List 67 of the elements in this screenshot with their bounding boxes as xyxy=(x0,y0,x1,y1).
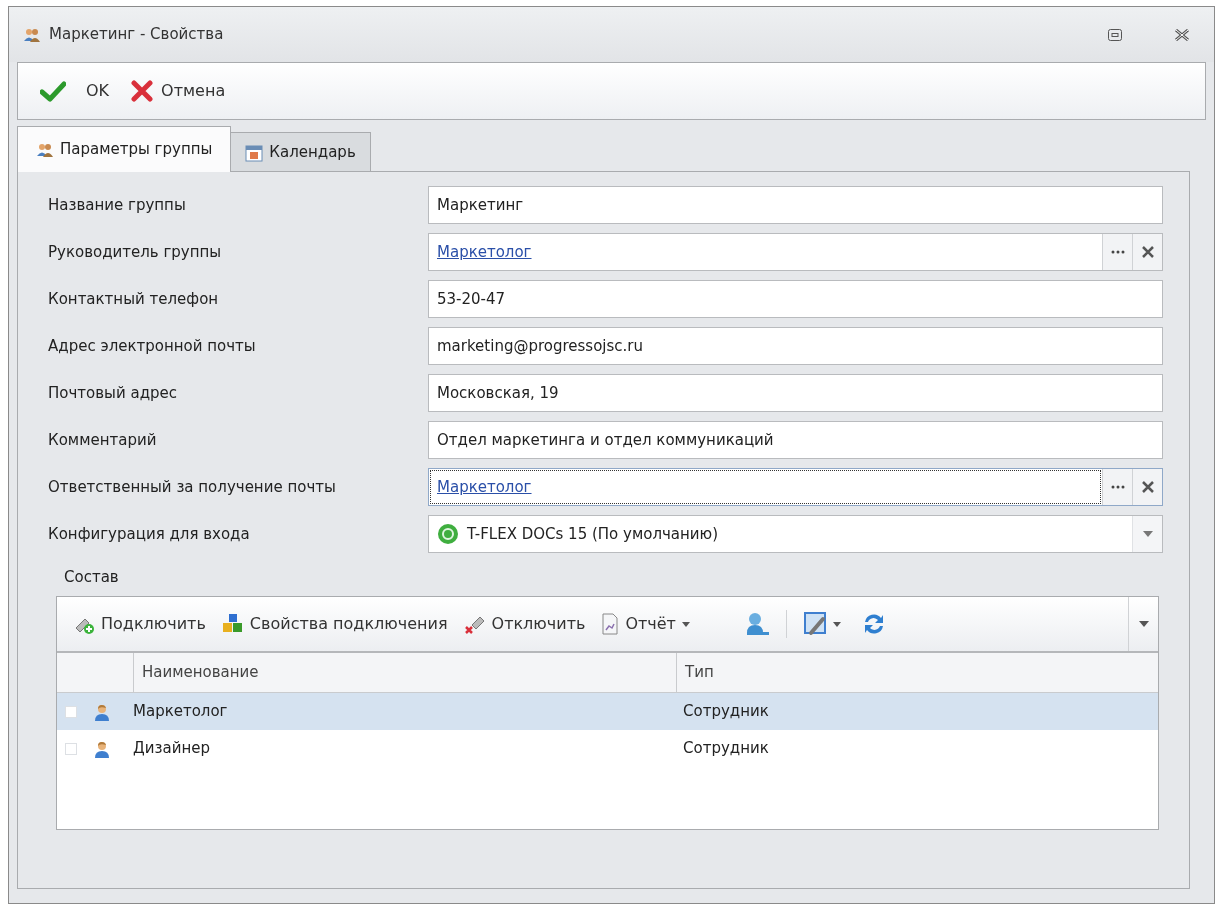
link[interactable]: Маркетолог xyxy=(437,240,532,264)
group-icon xyxy=(23,26,41,43)
document-icon xyxy=(601,613,620,635)
field-value: Отдел маркетинга и отдел коммуникаций xyxy=(437,429,774,451)
link[interactable]: Маркетолог xyxy=(437,475,532,499)
input-field[interactable]: Маркетолог xyxy=(428,468,1163,506)
table-cell-text: Сотрудник xyxy=(682,738,770,760)
caret-icon xyxy=(1138,621,1149,627)
dropdown-button[interactable] xyxy=(1132,516,1162,552)
field-value: 53-20-47 xyxy=(437,288,506,310)
clear-button[interactable] xyxy=(1132,469,1162,505)
cubes-icon xyxy=(221,613,244,635)
table-cell-text: Сотрудник xyxy=(682,701,770,723)
disconnect-button[interactable]: Отключить xyxy=(461,606,588,642)
group-icon xyxy=(36,141,54,158)
field-value: Маркетинг xyxy=(437,194,524,216)
table-cell-text: Маркетолог xyxy=(132,701,229,723)
restore-icon[interactable] xyxy=(1108,28,1122,41)
field-value: marketing@progressojsc.ru xyxy=(437,335,644,357)
config-icon xyxy=(437,523,459,545)
properties-button[interactable]: Свойства подключения xyxy=(219,606,450,642)
expand-toggle[interactable] xyxy=(65,742,77,755)
close-icon xyxy=(1141,481,1154,493)
field-label: Контактный телефон xyxy=(48,288,220,310)
input-field[interactable]: Маркетинг xyxy=(428,186,1163,224)
input-field[interactable]: Маркетолог xyxy=(428,233,1163,271)
field-label: Адрес электронной почты xyxy=(48,335,257,357)
expand-toggle[interactable] xyxy=(65,705,77,718)
field-label: Руководитель группы xyxy=(48,241,223,263)
input-field[interactable]: Московская, 19 xyxy=(428,374,1163,412)
caret-icon xyxy=(1142,531,1153,537)
close-icon xyxy=(1141,246,1154,258)
clear-button[interactable] xyxy=(1132,234,1162,270)
field-label: Название группы xyxy=(48,194,187,216)
table-cell-text: Дизайнер xyxy=(132,738,211,760)
field-label: Ответственный за получение почты xyxy=(48,476,337,498)
report-button[interactable]: Отчёт xyxy=(599,606,692,642)
input-field[interactable]: 53-20-47 xyxy=(428,280,1163,318)
field-value: Московская, 19 xyxy=(437,382,559,404)
ellipsis-icon xyxy=(1110,485,1125,489)
column-header[interactable]: Тип xyxy=(677,653,1158,692)
tab[interactable]: Календарь xyxy=(231,132,371,172)
section-label: Состав xyxy=(64,567,120,588)
tab[interactable]: Параметры группы xyxy=(17,126,232,172)
close-icon[interactable] xyxy=(1174,28,1190,41)
settings-icon xyxy=(802,611,829,637)
window-title: Маркетинг - Свойства xyxy=(49,24,224,46)
column-header[interactable]: Наименование xyxy=(134,653,677,692)
field-label: Почтовый адрес xyxy=(48,382,178,404)
close-icon xyxy=(131,80,154,102)
table-row[interactable]: Маркетолог Сотрудник xyxy=(57,693,1158,730)
field-label: Конфигурация для входа xyxy=(48,523,251,545)
field-label: Комментарий xyxy=(48,429,158,451)
input-field[interactable]: Отдел маркетинга и отдел коммуникаций xyxy=(428,421,1163,459)
connect-button[interactable]: Подключить xyxy=(71,606,208,642)
caret-icon xyxy=(681,621,690,627)
dropdown-field[interactable]: T-FLEX DOCs 15 (По умолчанию) xyxy=(428,515,1163,553)
person-icon xyxy=(93,739,111,758)
input-field[interactable]: marketing@progressojsc.ru xyxy=(428,327,1163,365)
person-icon xyxy=(93,702,111,721)
calendar-icon xyxy=(245,143,264,162)
cancel-button[interactable]: Отмена xyxy=(127,72,230,110)
caret-icon xyxy=(832,621,841,627)
ok-button[interactable]: OK xyxy=(36,72,114,110)
check-icon xyxy=(40,80,66,102)
field-value: T-FLEX DOCs 15 (По умолчанию) xyxy=(467,523,719,545)
ellipsis-icon xyxy=(1110,250,1125,254)
